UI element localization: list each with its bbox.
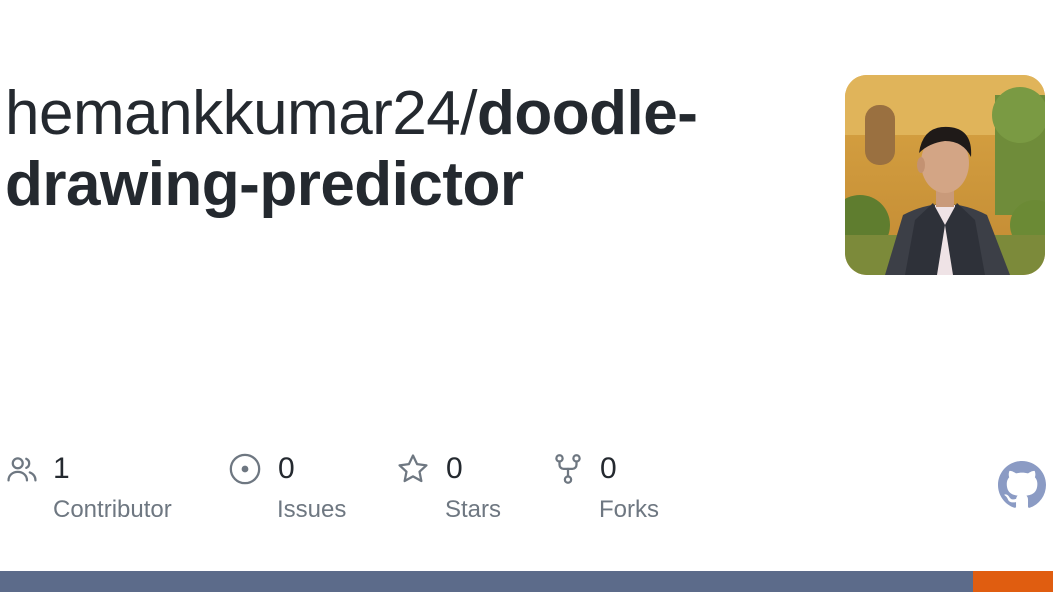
issues-icon bbox=[228, 452, 264, 488]
fork-icon bbox=[551, 452, 587, 488]
owner-avatar[interactable] bbox=[845, 75, 1045, 275]
github-logo-icon[interactable] bbox=[998, 461, 1046, 509]
repo-owner[interactable]: hemankkumar24/ bbox=[5, 79, 478, 148]
issues-label: Issues bbox=[277, 496, 347, 523]
repo-social-card: hemankkumar24/doodle-drawing-predictor 1… bbox=[0, 0, 1053, 592]
contributors-icon bbox=[5, 452, 41, 488]
repo-title[interactable]: hemankkumar24/doodle-drawing-predictor bbox=[5, 78, 795, 220]
forks-label: Forks bbox=[599, 496, 659, 523]
stars-count: 0 bbox=[446, 452, 463, 485]
contributors-count: 1 bbox=[53, 452, 70, 485]
star-icon bbox=[396, 452, 432, 488]
avatar-photo bbox=[845, 75, 1045, 275]
contributors-label: Contributor bbox=[53, 496, 172, 523]
forks-count: 0 bbox=[600, 452, 617, 485]
language-bar-segment bbox=[972, 571, 1053, 592]
issues-count: 0 bbox=[278, 452, 295, 485]
language-bar-segment bbox=[0, 571, 973, 592]
stars-label: Stars bbox=[445, 496, 502, 523]
language-bar bbox=[0, 571, 1053, 592]
